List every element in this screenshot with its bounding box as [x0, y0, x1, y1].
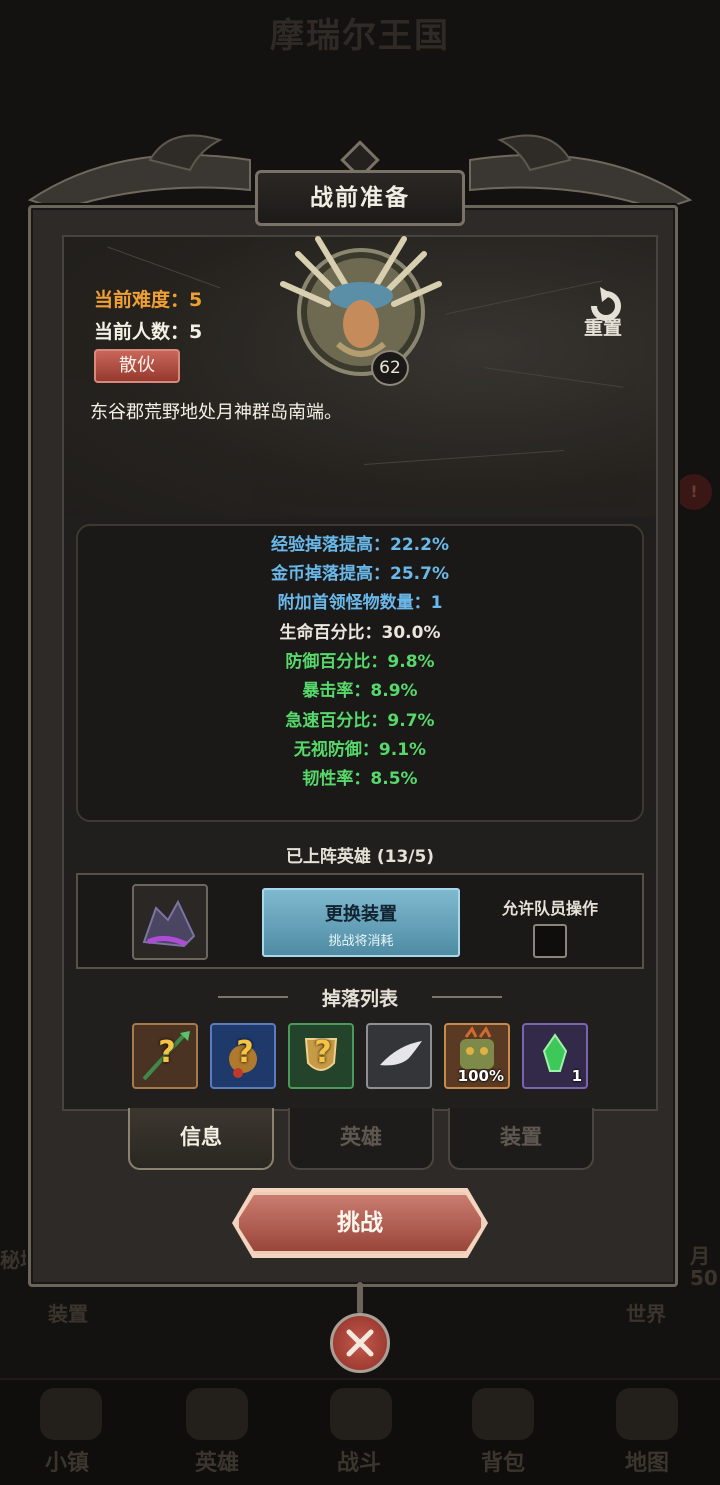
members-label: 当前人数： — [94, 321, 190, 343]
stat-line: 急速百分比：9.7% — [285, 711, 435, 731]
change-equipment-button[interactable]: 更换装置 挑战将消耗 — [262, 888, 460, 957]
drop-item-tag: 1 — [571, 1067, 582, 1085]
difficulty-label: 当前难度： — [94, 289, 190, 311]
drop-item-tag: 100% — [457, 1067, 504, 1085]
tab-heroes[interactable]: 英雄 — [288, 1108, 434, 1170]
unknown-mark: ? — [314, 1035, 332, 1070]
dark-crystal-icon — [142, 899, 196, 948]
tab-info[interactable]: 信息 — [128, 1108, 274, 1170]
drop-item[interactable]: ? — [288, 1023, 354, 1089]
members-value: 5 — [189, 321, 203, 343]
stat-line: 生命百分比：30.0% — [279, 623, 441, 643]
difficulty-row: 当前难度：5 — [94, 285, 202, 312]
map-icon — [616, 1388, 678, 1440]
bg-label-right: 世界 — [626, 1302, 666, 1326]
nav-battle[interactable]: 战斗 — [314, 1445, 404, 1477]
drop-item[interactable]: 1 — [522, 1023, 588, 1089]
members-row: 当前人数：5 — [94, 317, 202, 344]
crossed-swords-icon — [346, 1329, 374, 1357]
drop-item[interactable] — [366, 1023, 432, 1089]
boss-level-badge: 62 — [371, 350, 409, 386]
chain-ornament — [357, 1282, 363, 1314]
drop-item[interactable]: ? — [210, 1023, 276, 1089]
bg-edge-right: 月 — [690, 1244, 710, 1268]
stat-line: 附加首领怪物数量：1 — [277, 593, 443, 613]
stat-line: 韧性率：8.5% — [302, 769, 418, 789]
battle-icon — [330, 1388, 392, 1440]
bg-label-left: 装置 — [48, 1302, 88, 1326]
stat-line: 金币掉落提高：25.7% — [271, 564, 449, 584]
bag-icon — [472, 1388, 534, 1440]
drop-item[interactable]: 100% — [444, 1023, 510, 1089]
reset-button[interactable]: 重置 — [584, 313, 622, 340]
allow-members-label: 允许队员操作 — [501, 899, 598, 918]
unknown-mark: ? — [236, 1035, 254, 1070]
kingdom-title: 摩瑞尔王国 — [270, 16, 450, 56]
heroes-deployed-count: 已上阵英雄 (13/5) — [285, 847, 435, 867]
challenge-button[interactable]: 挑战 — [236, 1192, 484, 1254]
equipment-slot[interactable] — [132, 884, 208, 960]
nav-map[interactable]: 地图 — [602, 1445, 692, 1477]
change-equipment-sublabel: 挑战将消耗 — [328, 934, 394, 949]
stat-line: 经验掉落提高：22.2% — [271, 535, 449, 555]
bg-edge-right-num: 50 — [690, 1266, 718, 1290]
stat-line: 防御百分比：9.8% — [285, 652, 435, 672]
allow-members-checkbox[interactable] — [533, 924, 567, 958]
nav-town[interactable]: 小镇 — [22, 1445, 112, 1477]
disband-button[interactable]: 散伙 — [94, 349, 180, 383]
nav-bag[interactable]: 背包 — [458, 1445, 548, 1477]
tab-equipment[interactable]: 装置 — [448, 1108, 594, 1170]
nav-hero[interactable]: 英雄 — [172, 1445, 262, 1477]
hero-icon — [186, 1388, 248, 1440]
boss-portrait[interactable] — [278, 234, 444, 386]
drop-list-title: 掉落列表 — [321, 988, 398, 1010]
alert-badge: ! — [676, 474, 712, 510]
stat-line: 无视防御：9.1% — [293, 740, 427, 760]
close-button[interactable] — [330, 1313, 390, 1373]
difficulty-value: 5 — [189, 289, 203, 311]
unknown-mark: ? — [158, 1035, 176, 1070]
change-equipment-label: 更换装置 — [325, 904, 397, 925]
wing-icon — [380, 1041, 422, 1066]
drop-item[interactable]: ? — [132, 1023, 198, 1089]
town-icon — [40, 1388, 102, 1440]
modal-title: 战前准备 — [255, 170, 465, 226]
dungeon-description: 东谷郡荒野地处月神群岛南端。 — [90, 402, 342, 423]
stat-line: 暴击率：8.9% — [302, 681, 418, 701]
